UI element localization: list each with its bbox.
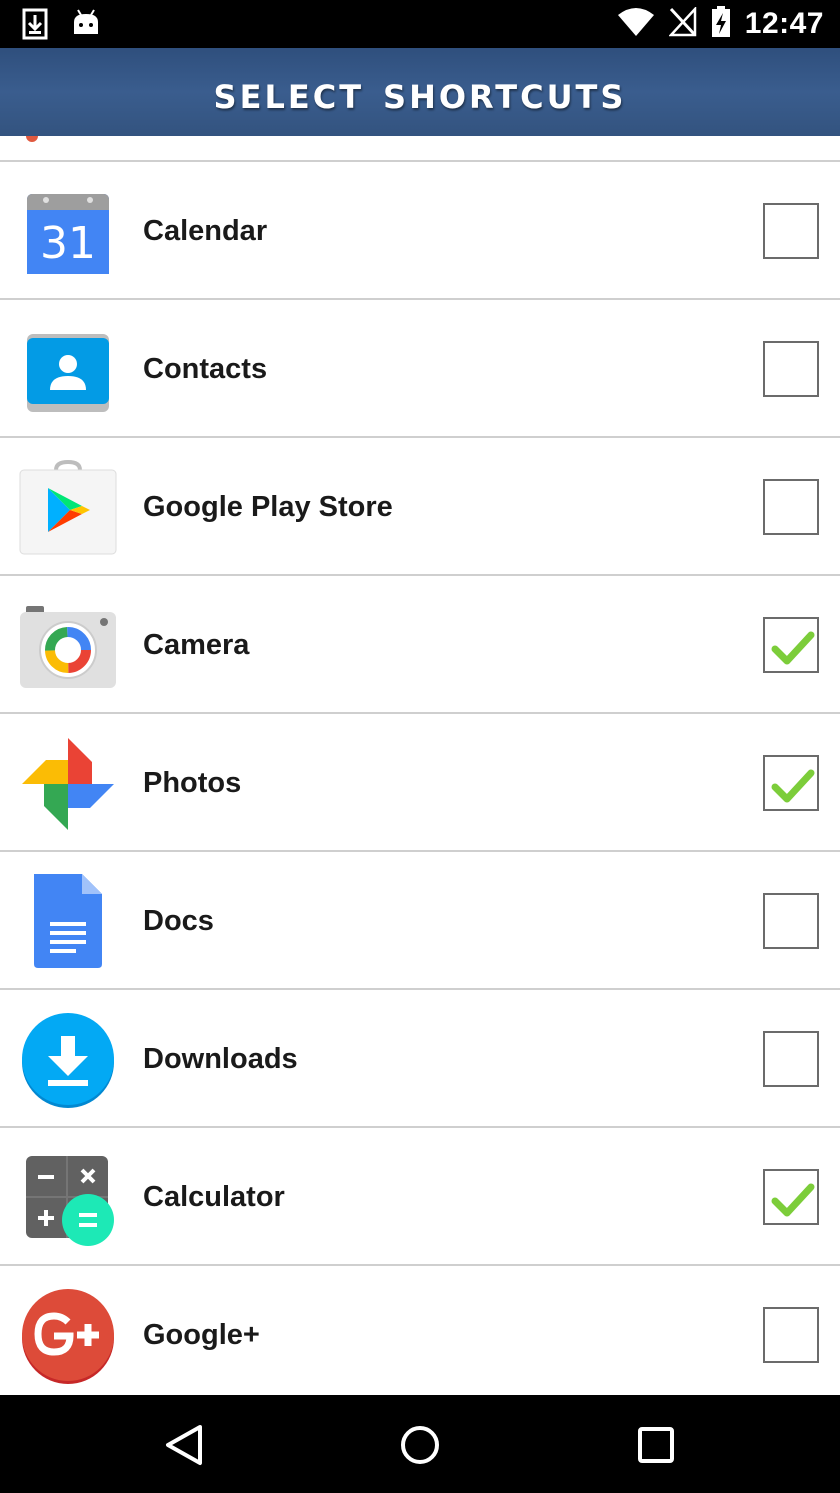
page-title: Select Shortcuts	[213, 65, 627, 119]
item-label: Photos	[143, 767, 242, 799]
docs-icon	[18, 872, 118, 972]
app-bar: Select Shortcuts	[0, 48, 840, 136]
downloads-icon	[18, 1010, 118, 1110]
checkbox-contacts[interactable]	[763, 341, 819, 397]
list-item[interactable]: 31 Calendar	[0, 162, 840, 300]
clock-time: 12:47	[744, 7, 824, 40]
no-signal-icon	[667, 5, 697, 42]
partial-app-icon	[26, 136, 38, 142]
photos-icon	[18, 734, 118, 834]
checkbox-calculator[interactable]	[763, 1169, 819, 1225]
list-item-partial	[0, 136, 840, 162]
calendar-day: 31	[40, 218, 96, 269]
status-bar: 12:47	[0, 0, 840, 48]
contacts-icon	[18, 320, 118, 420]
item-label: Downloads	[143, 1043, 298, 1075]
item-label: Google Play Store	[143, 491, 393, 523]
checkbox-play-store[interactable]	[763, 479, 819, 535]
checkbox-photos[interactable]	[763, 755, 819, 811]
calendar-icon: 31	[18, 182, 118, 282]
list-item[interactable]: Google+	[0, 1266, 840, 1395]
download-notification-icon	[22, 8, 48, 45]
navigation-bar	[0, 1395, 840, 1493]
battery-charging-icon	[711, 5, 731, 43]
back-icon[interactable]	[156, 1417, 212, 1473]
checkmark-icon	[771, 769, 815, 803]
item-label: Docs	[143, 905, 214, 937]
calculator-icon	[18, 1148, 118, 1248]
checkbox-docs[interactable]	[763, 893, 819, 949]
list-item[interactable]: Contacts	[0, 300, 840, 438]
play-store-icon	[18, 458, 118, 558]
list-item[interactable]: Photos	[0, 714, 840, 852]
item-label: Contacts	[143, 353, 268, 385]
item-label: Calendar	[143, 215, 268, 247]
checkbox-google-plus[interactable]	[763, 1307, 819, 1363]
list-item[interactable]: Docs	[0, 852, 840, 990]
item-label: Calculator	[143, 1181, 285, 1213]
item-label: Camera	[143, 629, 250, 661]
checkbox-camera[interactable]	[763, 617, 819, 673]
list-item[interactable]: Calculator	[0, 1128, 840, 1266]
checkbox-downloads[interactable]	[763, 1031, 819, 1087]
recents-icon[interactable]	[628, 1417, 684, 1473]
home-icon[interactable]	[392, 1417, 448, 1473]
list-item[interactable]: Google Play Store	[0, 438, 840, 576]
google-plus-icon	[18, 1286, 118, 1386]
item-label: Google+	[143, 1319, 260, 1351]
list-item[interactable]: Camera	[0, 576, 840, 714]
camera-icon	[18, 596, 118, 696]
checkbox-calendar[interactable]	[763, 203, 819, 259]
list-item[interactable]: Downloads	[0, 990, 840, 1128]
checkmark-icon	[771, 631, 815, 665]
checkmark-icon	[771, 1183, 815, 1217]
wifi-icon	[617, 7, 655, 42]
android-icon	[72, 8, 100, 45]
shortcut-list[interactable]: 31 Calendar Contacts Google Play Store C…	[0, 136, 840, 1395]
